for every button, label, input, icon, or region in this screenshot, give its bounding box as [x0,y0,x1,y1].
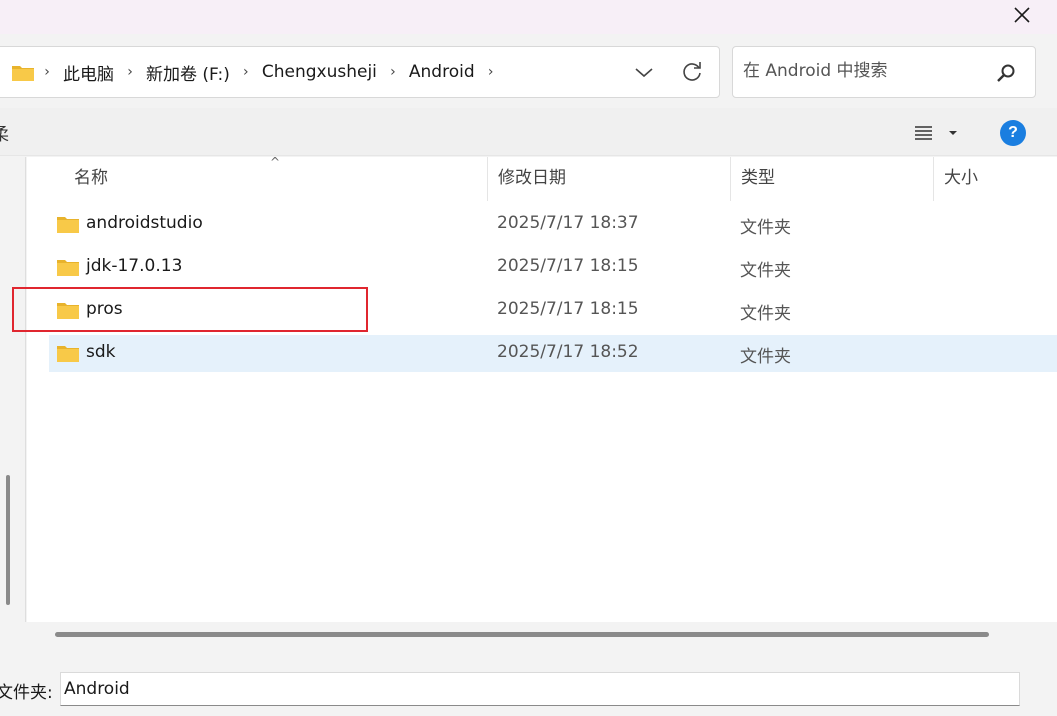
title-bar [0,0,1057,34]
breadcrumb-item-chengxusheji[interactable]: Chengxusheji [256,62,383,82]
file-type: 文件夹 [740,347,791,367]
column-modified[interactable]: 修改日期 [488,157,730,201]
navigation-pane [0,157,26,622]
close-button[interactable] [1007,3,1037,27]
search-box[interactable] [732,46,1036,98]
folder-icon [11,64,34,81]
refresh-icon [683,62,701,81]
file-name: jdk-17.0.13 [86,256,183,276]
file-modified: 2025/7/17 18:15 [497,299,639,319]
horizontal-scrollbar-thumb[interactable] [55,632,989,637]
chevron-right-icon[interactable]: › [120,64,140,80]
file-modified: 2025/7/17 18:37 [497,213,639,233]
list-view-icon [915,126,957,140]
breadcrumb-item-this-pc[interactable]: 此电脑 [57,60,120,85]
column-header: ^ 名称 修改日期 类型 大小 [27,155,1057,201]
file-name: androidstudio [86,213,203,233]
file-modified: 2025/7/17 18:15 [497,256,639,276]
table-row[interactable]: androidstudio 2025/7/17 18:37 文件夹 [49,206,1057,243]
file-name: sdk [86,342,116,362]
file-modified: 2025/7/17 18:52 [497,342,639,362]
file-name: pros [86,299,123,319]
toolbar-cut-text: 柔 [0,125,9,145]
folder-icon [57,260,79,276]
folder-label: 文件夹: [0,683,53,703]
nav-scrollbar-thumb[interactable] [6,475,10,605]
column-size[interactable]: 大小 [934,157,1054,201]
table-row[interactable]: pros 2025/7/17 18:15 文件夹 [49,292,1057,329]
chevron-right-icon[interactable]: › [383,64,403,80]
column-type[interactable]: 类型 [731,157,933,201]
help-button[interactable]: ? [1000,120,1026,146]
column-name[interactable]: 名称 [64,157,487,201]
view-options-button[interactable] [912,122,962,144]
close-icon [1014,7,1030,23]
chevron-right-icon[interactable]: › [481,64,501,80]
file-type: 文件夹 [740,304,791,324]
toolbar: 柔 [0,108,1057,156]
address-bar[interactable]: › 此电脑 › 新加卷 (F:) › Chengxusheji › Androi… [0,46,720,98]
file-list: ^ 名称 修改日期 类型 大小 androidstudio 2025/7/17 … [27,155,1057,622]
chevron-right-icon[interactable]: › [236,64,256,80]
chevron-down-icon [635,68,653,78]
folder-icon [57,303,79,319]
table-row-selected[interactable]: sdk 2025/7/17 18:52 文件夹 [49,335,1057,372]
folder-icon [57,346,79,362]
folder-field[interactable] [60,672,1020,706]
table-row[interactable]: jdk-17.0.13 2025/7/17 18:15 文件夹 [49,249,1057,286]
search-input[interactable] [743,61,983,81]
breadcrumb-item-android[interactable]: Android [403,62,481,82]
chevron-right-icon[interactable]: › [37,64,57,80]
footer: 文件夹: [0,648,1057,716]
address-history-button[interactable] [633,61,655,83]
horizontal-scrollbar[interactable] [27,622,1057,648]
search-icon[interactable] [995,62,1017,84]
refresh-button[interactable] [679,59,705,85]
breadcrumb: › 此电脑 › 新加卷 (F:) › Chengxusheji › Androi… [37,60,501,85]
file-type: 文件夹 [740,261,791,281]
file-type: 文件夹 [740,218,791,238]
folder-icon [57,217,79,233]
breadcrumb-item-volume-f[interactable]: 新加卷 (F:) [140,60,236,85]
